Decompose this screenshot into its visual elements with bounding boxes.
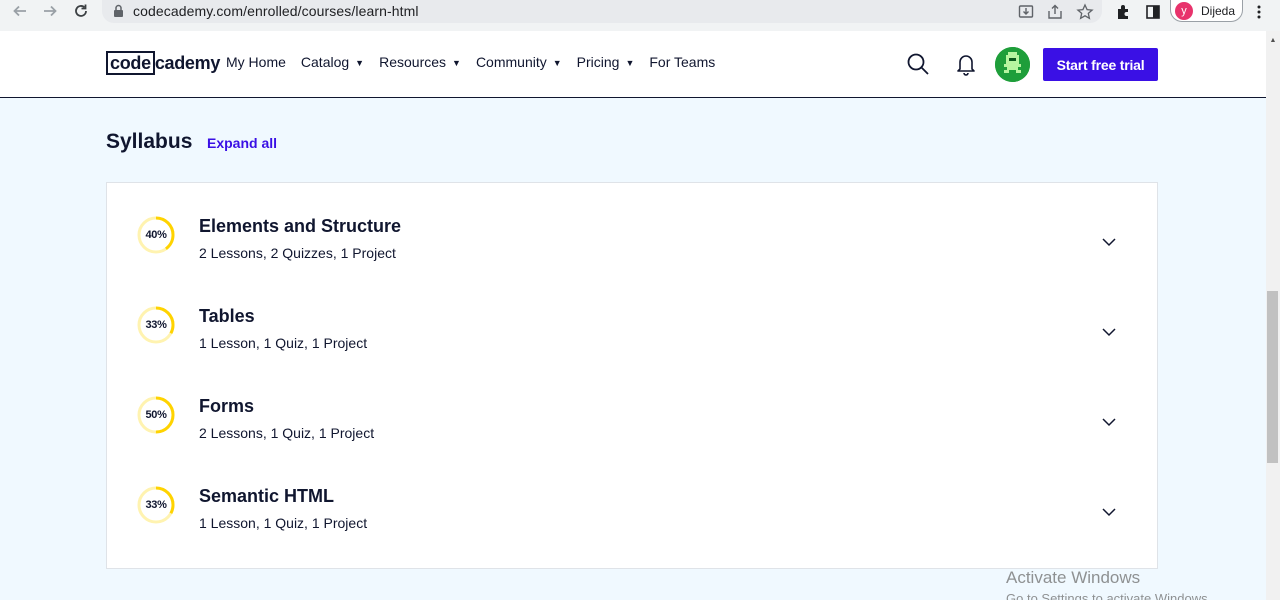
caret-down-icon: ▼ xyxy=(625,58,635,68)
main-nav: My Home Catalog ▼ Resources ▼ Community ▼ Prici… xyxy=(226,54,730,70)
codecademy-logo[interactable]: code cademy xyxy=(106,51,220,75)
user-avatar[interactable] xyxy=(995,47,1030,82)
module-summary: 2 Lessons, 2 Quizzes, 1 Project xyxy=(199,245,396,261)
profile-button[interactable]: y Dijeda xyxy=(1170,0,1243,22)
side-panel-icon[interactable] xyxy=(1144,3,1162,21)
nav-item-my-home[interactable]: My Home xyxy=(226,54,286,70)
module-title[interactable]: Semantic HTML xyxy=(199,486,334,507)
extensions-icon[interactable] xyxy=(1115,3,1133,21)
chevron-down-icon[interactable] xyxy=(1100,326,1118,338)
syllabus-module[interactable]: 40% Elements and Structure 2 Lessons, 2 Qu… xyxy=(107,190,1157,280)
module-title[interactable]: Tables xyxy=(199,306,255,327)
progress-ring: 50% xyxy=(136,395,176,435)
bell-icon[interactable] xyxy=(955,52,977,76)
progress-ring: 40% xyxy=(136,215,176,255)
caret-down-icon: ▼ xyxy=(355,58,365,68)
url-text: codecademy.com/enrolled/courses/learn-ht… xyxy=(133,3,419,19)
syllabus-card: 40% Elements and Structure 2 Lessons, 2 Qu… xyxy=(106,182,1158,569)
progress-percent: 33% xyxy=(145,319,167,331)
progress-percent: 50% xyxy=(145,409,167,421)
windows-activation-watermark: Activate Windows xyxy=(1006,568,1141,587)
pixel-avatar-icon xyxy=(995,47,1030,82)
scrollbar-thumb[interactable] xyxy=(1267,291,1278,463)
logo-box-text: code xyxy=(106,51,155,75)
nav-item-label: Pricing xyxy=(576,54,620,70)
module-title[interactable]: Elements and Structure xyxy=(199,216,401,237)
install-icon[interactable] xyxy=(1017,3,1035,21)
chevron-down-icon[interactable] xyxy=(1100,236,1118,248)
nav-item-for-teams[interactable]: For Teams xyxy=(649,54,715,70)
module-summary: 2 Lessons, 1 Quiz, 1 Project xyxy=(199,425,375,441)
search-icon[interactable] xyxy=(906,52,930,76)
nav-item-label: Catalog xyxy=(300,54,350,70)
syllabus-module[interactable]: 33% Tables 1 Lesson, 1 Quiz, 1 Project xyxy=(107,280,1157,370)
nav-item-resources[interactable]: Resources ▼ xyxy=(379,54,461,70)
forward-arrow-icon[interactable] xyxy=(38,0,62,22)
nav-item-community[interactable]: Community ▼ xyxy=(476,54,562,70)
chevron-down-icon[interactable] xyxy=(1100,416,1118,428)
star-icon[interactable] xyxy=(1076,3,1094,21)
reload-icon[interactable] xyxy=(69,0,93,22)
progress-ring: 33% xyxy=(136,485,176,525)
module-title[interactable]: Forms xyxy=(199,396,254,417)
expand-all-link[interactable]: Expand all xyxy=(207,135,277,151)
nav-item-label: Community xyxy=(475,54,547,70)
caret-down-icon: ▼ xyxy=(452,58,461,68)
nav-item-label: My Home xyxy=(226,54,286,70)
profile-name: Dijeda xyxy=(1201,3,1236,18)
site-header: code cademy My Home Catalog ▼ Resources ▼ Comm… xyxy=(0,31,1266,98)
chevron-down-icon[interactable] xyxy=(1100,506,1118,518)
browser-toolbar: codecademy.com/enrolled/courses/learn-ht… xyxy=(0,0,1280,31)
caret-down-icon: ▼ xyxy=(552,58,562,68)
logo-rest-text: cademy xyxy=(154,53,221,73)
nav-item-label: Resources xyxy=(379,54,447,70)
module-summary: 1 Lesson, 1 Quiz, 1 Project xyxy=(199,335,368,351)
nav-item-catalog[interactable]: Catalog ▼ xyxy=(301,54,364,70)
progress-percent: 40% xyxy=(145,229,167,241)
scroll-up-icon[interactable]: ▲ xyxy=(1266,33,1280,47)
syllabus-module[interactable]: 33% Semantic HTML 1 Lesson, 1 Quiz, 1 Proj… xyxy=(107,460,1157,550)
back-arrow-icon[interactable] xyxy=(8,0,32,22)
windows-activation-subtitle: Go to Settings to activate Windows. xyxy=(1006,591,1212,600)
module-summary: 1 Lesson, 1 Quiz, 1 Project xyxy=(199,515,368,531)
nav-item-label: For Teams xyxy=(649,54,716,70)
profile-avatar: y xyxy=(1175,1,1193,20)
start-free-trial-button[interactable]: Start free trial xyxy=(1043,48,1158,81)
progress-ring: 33% xyxy=(136,305,176,345)
address-bar[interactable]: codecademy.com/enrolled/courses/learn-ht… xyxy=(102,0,1102,23)
nav-item-pricing[interactable]: Pricing ▼ xyxy=(577,54,635,70)
lock-icon xyxy=(114,4,123,17)
syllabus-module[interactable]: 50% Forms 2 Lessons, 1 Quiz, 1 Project xyxy=(107,370,1157,460)
kebab-menu-icon[interactable] xyxy=(1250,3,1268,21)
share-icon[interactable] xyxy=(1046,3,1064,21)
progress-percent: 33% xyxy=(145,499,167,511)
syllabus-heading: Syllabus xyxy=(106,130,193,153)
